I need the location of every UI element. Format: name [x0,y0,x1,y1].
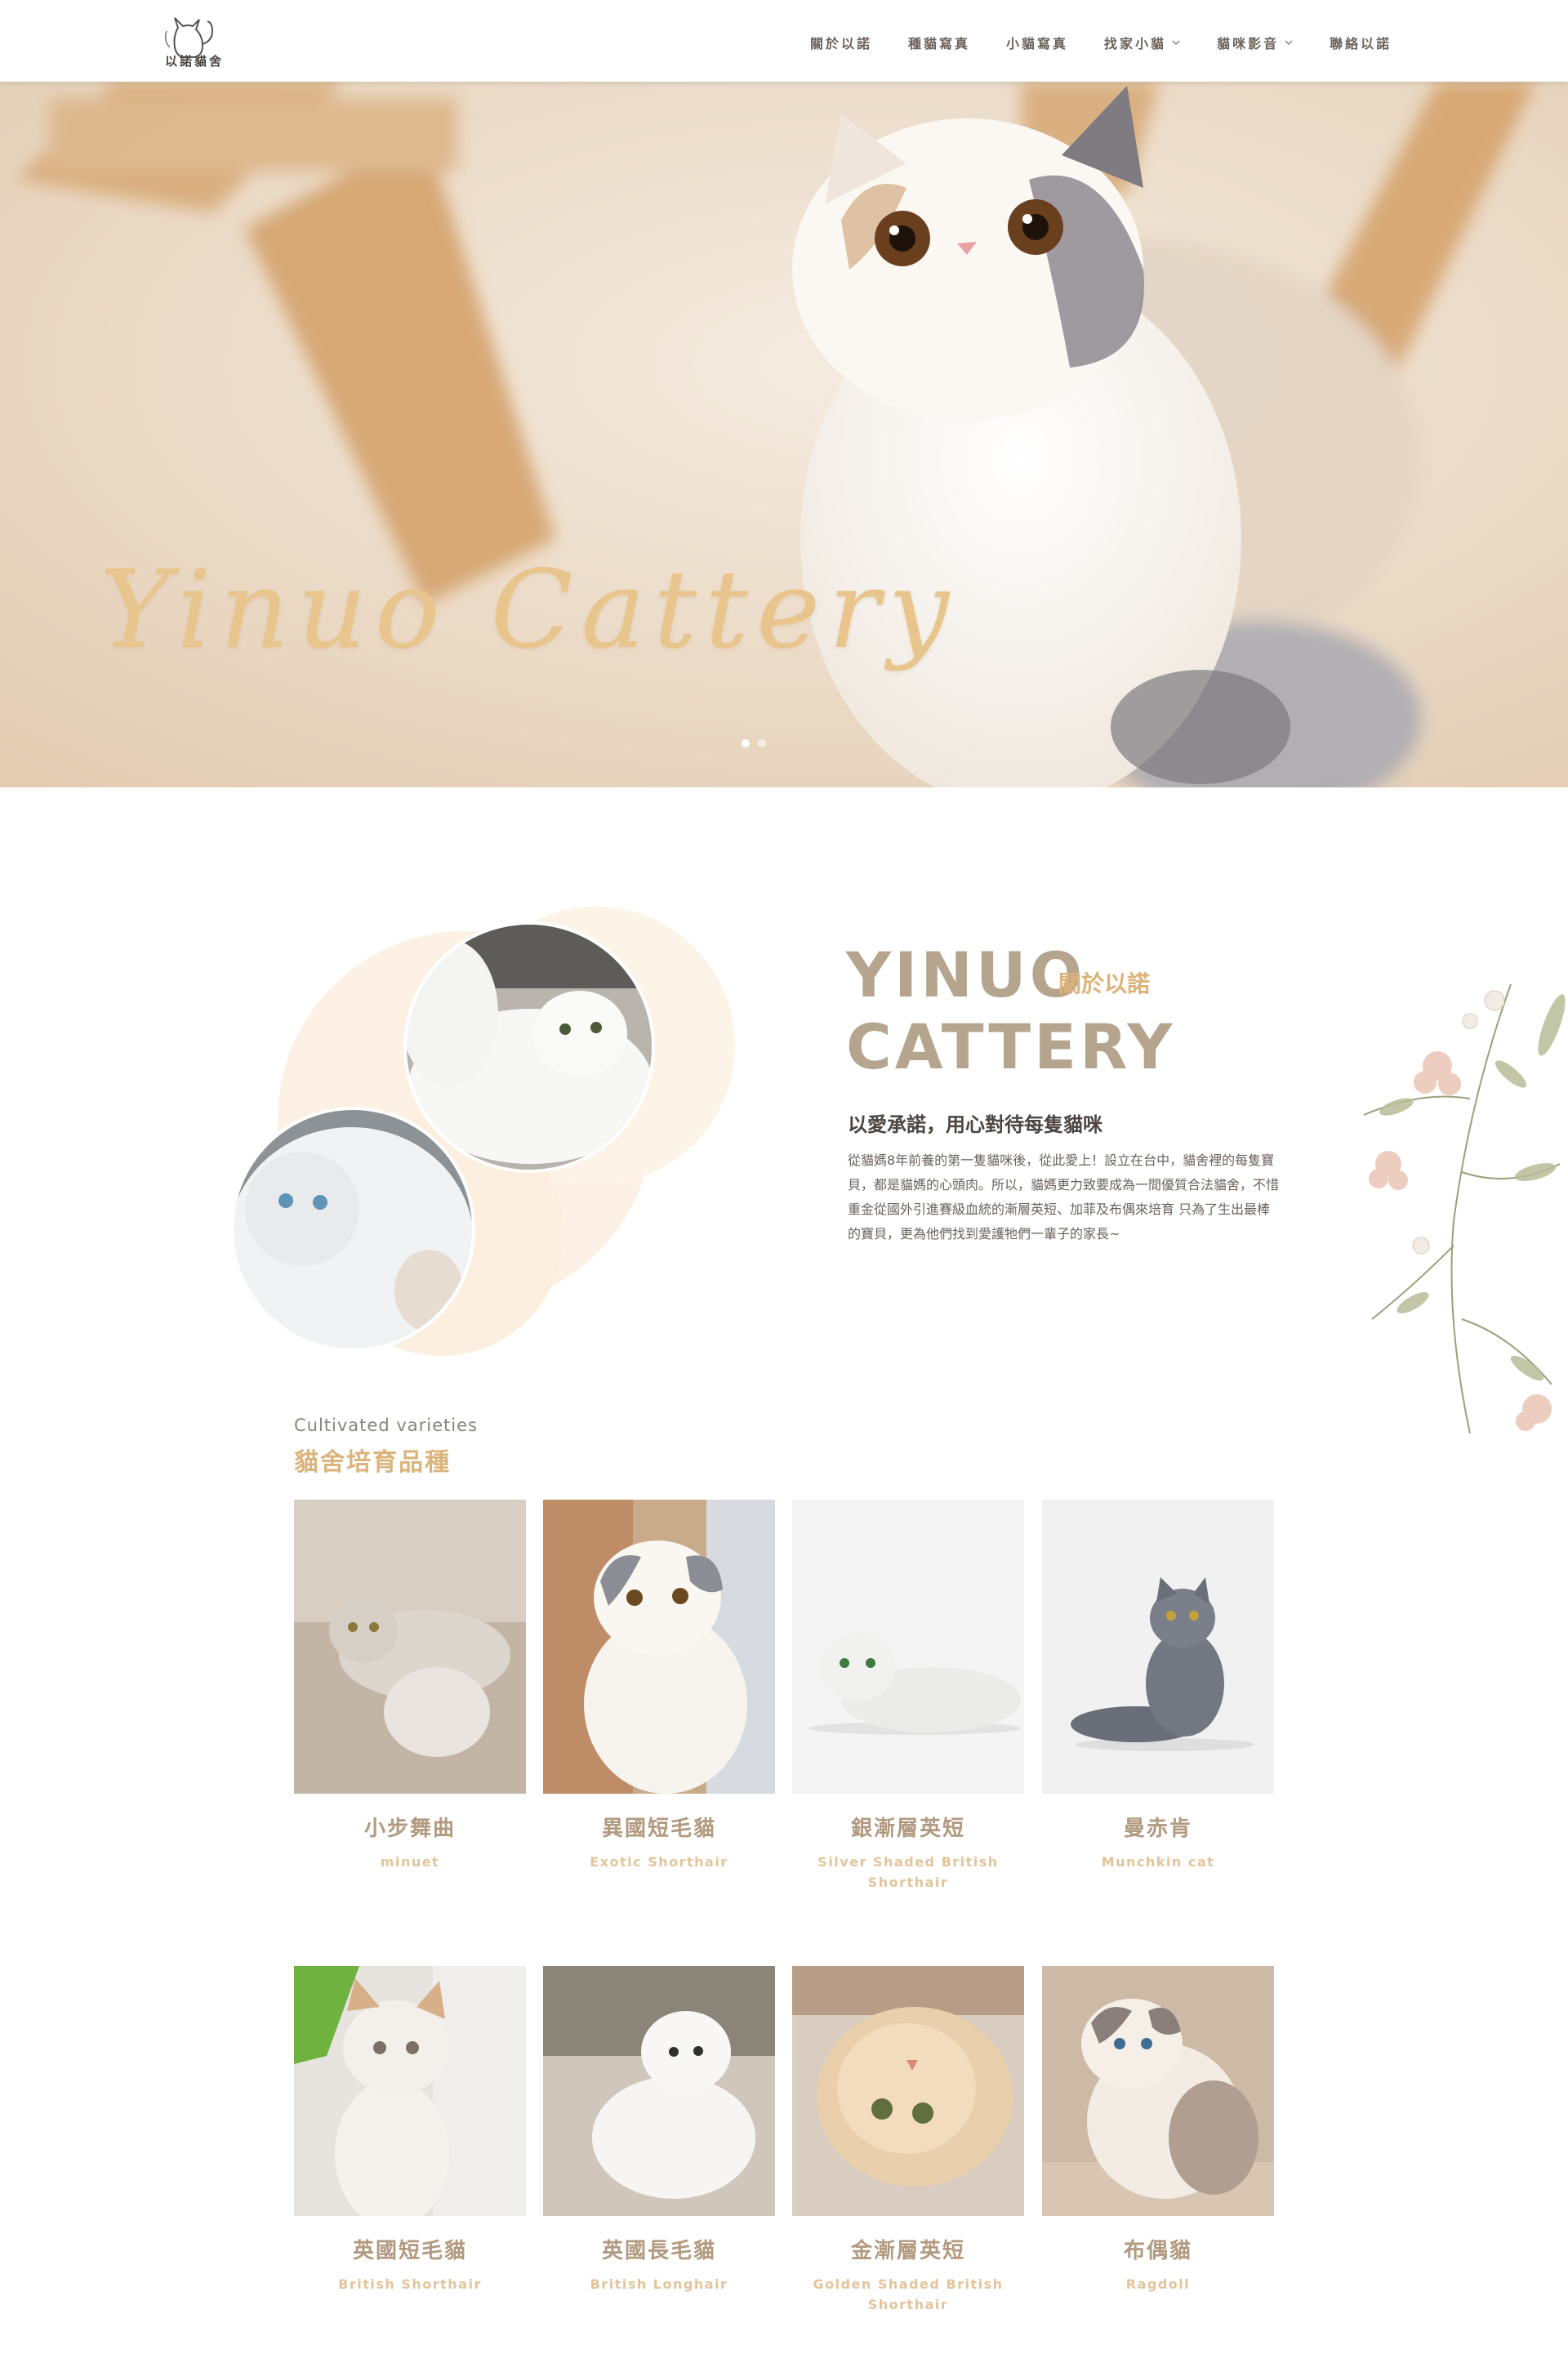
section-title: 貓舍培育品種 [294,1448,451,1477]
breed-name-en: Exotic Shorthair [590,1854,728,1870]
about-tagline: 以愛承諾，用心對待每隻貓咪 [848,1113,1102,1136]
breed-card-british-longhair[interactable]: 英國長毛貓 British Longhair [543,1966,775,2294]
breed-name-en: Golden Shaded British Shorthair [813,2276,1004,2312]
breed-name-zh: 布偶貓 [1123,2239,1192,2263]
breed-name-en: British Longhair [590,2276,728,2292]
breed-name-zh: 異國短毛貓 [601,1817,716,1841]
breed-card-british-shorthair[interactable]: 英國短毛貓 British Shorthair [294,1966,526,2294]
floral-decoration [1363,983,1566,1433]
nav-item-breeding-cats[interactable]: 種貓寫真 [908,33,970,52]
chevron-down-icon [1172,40,1180,45]
breed-name-en: minuet [380,1854,440,1870]
hero-slider[interactable]: Yinuo Cattery [0,82,1568,787]
about-heading: YINUO CATTERY [846,939,1173,1083]
breed-name-en: Ragdoll [1125,2276,1191,2292]
breed-photo[interactable] [792,1966,1024,2216]
about-cat-circles [230,907,735,1356]
breed-name-zh: 英國短毛貓 [352,2239,467,2263]
nav-item-contact[interactable]: 聯絡以諾 [1330,33,1392,52]
breed-card-munchkin[interactable]: 曼赤肯 Munchkin cat [1042,1500,1274,1872]
breed-name-zh: 銀漸層英短 [850,1817,965,1841]
slider-dots [742,739,766,747]
nav-item-about[interactable]: 關於以諾 [810,33,872,52]
nav-label: 種貓寫真 [908,36,971,51]
breed-photo[interactable] [294,1966,526,2216]
nav-label: 找家小貓 [1104,36,1167,51]
main-nav: 關於以諾 種貓寫真 小貓寫真 找家小貓 貓咪影音 聯絡以諾 [810,33,1392,52]
nav-label: 小貓寫真 [1006,36,1069,51]
breed-photo[interactable] [543,1500,775,1794]
breed-card-silver-shaded[interactable]: 銀漸層英短 Silver Shaded British Shorthair [792,1500,1024,1893]
nav-item-kitten-photos[interactable]: 小貓寫真 [1006,33,1068,52]
breed-photo[interactable] [543,1966,775,2216]
section-eyebrow: Cultivated varieties [294,1416,478,1435]
breed-name-en: Munchkin cat [1101,1854,1215,1870]
about-heading-zh: 關於以諾 [1058,970,1151,997]
nav-item-find-kitten[interactable]: 找家小貓 [1104,33,1181,52]
breed-name-en: British Shorthair [338,2276,482,2292]
nav-label: 貓咪影音 [1217,36,1280,51]
breed-name-en: Silver Shaded British Shorthair [817,1854,999,1890]
nav-label: 關於以諾 [810,36,873,51]
nav-item-cat-videos[interactable]: 貓咪影音 [1217,33,1294,52]
hero-title: Yinuo Cattery [100,547,958,673]
breed-name-zh: 曼赤肯 [1123,1817,1192,1841]
chevron-down-icon [1285,40,1293,45]
breed-name-zh: 小步舞曲 [363,1817,456,1841]
breed-name-zh: 金漸層英短 [850,2239,965,2263]
nav-label: 聯絡以諾 [1330,36,1392,51]
hero-cat-photo [0,82,1568,787]
breed-photo[interactable] [294,1500,526,1794]
breed-photo[interactable] [1042,1500,1274,1794]
breed-photo[interactable] [792,1500,1024,1794]
breed-name-zh: 英國長毛貓 [601,2239,716,2263]
breed-photo[interactable] [1042,1966,1274,2216]
breed-card-minuet[interactable]: 小步舞曲 minuet [294,1500,526,1872]
site-header: 以諾貓舍 關於以諾 種貓寫真 小貓寫真 找家小貓 貓咪影音 聯絡以諾 [0,0,1568,82]
logo-text: 以諾貓舍 [165,54,225,69]
about-body: 從貓媽8年前養的第一隻貓咪後，從此愛上！設立在台中，貓舍裡的每隻寶貝，都是貓媽的… [848,1153,1280,1242]
slider-dot-1[interactable] [742,739,750,747]
slider-dot-2[interactable] [758,739,766,747]
about-heading-line2: CATTERY [846,1010,1176,1083]
breed-card-ragdoll[interactable]: 布偶貓 Ragdoll [1042,1966,1274,2294]
breed-card-exotic-shorthair[interactable]: 異國短毛貓 Exotic Shorthair [543,1500,775,1872]
breed-card-golden-shaded[interactable]: 金漸層英短 Golden Shaded British Shorthair [792,1966,1024,2315]
